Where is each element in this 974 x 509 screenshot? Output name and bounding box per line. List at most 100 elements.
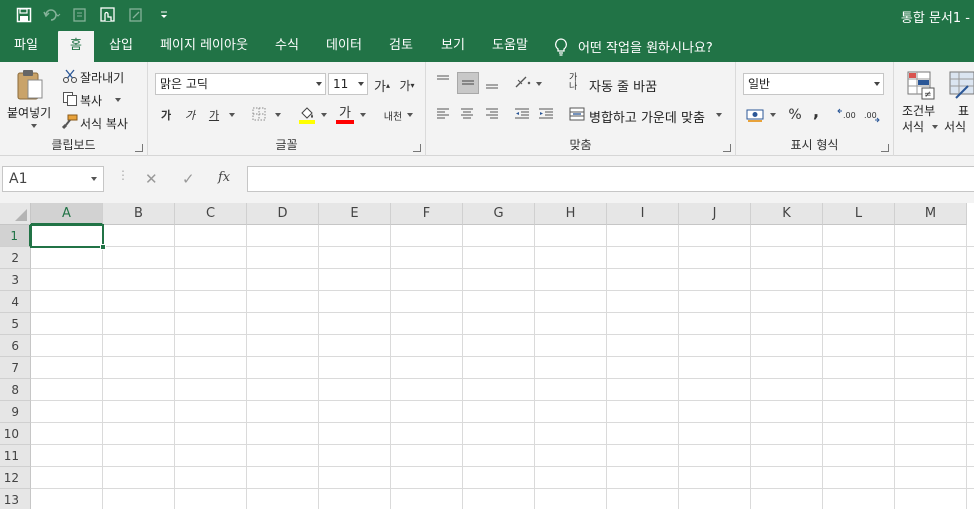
column-header[interactable]: M (895, 203, 967, 225)
row-header[interactable]: 1 (0, 225, 31, 247)
copy-icon[interactable] (62, 91, 78, 110)
alignment-launcher-icon[interactable] (723, 144, 731, 152)
row-header[interactable]: 5 (0, 313, 31, 335)
column-header[interactable]: K (751, 203, 823, 225)
align-left-icon[interactable] (435, 107, 451, 124)
row-header[interactable]: 10 (0, 423, 31, 445)
column-header[interactable]: L (823, 203, 895, 225)
tab-file[interactable]: 파일 (0, 31, 52, 62)
cut-button[interactable]: 잘라내기 (80, 69, 124, 86)
increase-indent-icon[interactable] (537, 107, 555, 124)
copy-button[interactable]: 복사 (80, 92, 102, 109)
cancel-icon[interactable]: ✕ (145, 170, 158, 188)
increase-decimal-icon[interactable]: .00 (837, 106, 857, 127)
tab-help[interactable]: 도움말 (484, 31, 536, 62)
wrap-text-button[interactable]: 자동 줄 바꿈 (589, 76, 657, 95)
number-format-select[interactable]: 일반 (743, 73, 884, 95)
tell-me-box[interactable]: 어떤 작업을 원하시나요? (554, 31, 713, 62)
percent-button[interactable]: % (786, 104, 804, 126)
row-header[interactable]: 11 (0, 445, 31, 467)
row-header[interactable]: 4 (0, 291, 31, 313)
merge-center-icon[interactable] (569, 106, 585, 125)
tab-insert[interactable]: 삽입 (100, 31, 142, 62)
active-cell[interactable] (30, 224, 104, 248)
scissors-icon[interactable] (62, 68, 78, 87)
column-header[interactable]: H (535, 203, 607, 225)
accounting-format-icon[interactable] (746, 107, 764, 126)
bold-button[interactable]: 가 (156, 104, 176, 126)
orientation-icon[interactable] (513, 74, 533, 93)
decrease-decimal-icon[interactable]: .00 (862, 106, 882, 127)
phonetic-dropdown-icon[interactable] (407, 113, 413, 117)
column-header[interactable]: A (31, 203, 103, 225)
paste-dropdown-icon[interactable] (31, 124, 37, 128)
formula-input[interactable] (247, 166, 974, 192)
select-all-button[interactable] (0, 203, 31, 225)
merge-center-button[interactable]: 병합하고 가운데 맞춤 (589, 107, 705, 126)
format-icon[interactable] (122, 4, 150, 26)
align-top-icon[interactable] (435, 74, 451, 91)
conditional-formatting-icon[interactable]: ≠ (906, 70, 936, 103)
tab-data[interactable]: 데이터 (318, 31, 370, 62)
clipboard-launcher-icon[interactable] (135, 144, 143, 152)
font-color-dropdown-icon[interactable] (360, 113, 366, 117)
row-header[interactable]: 13 (0, 489, 31, 509)
touch-mode-icon[interactable] (94, 4, 122, 26)
fill-color-icon[interactable] (298, 104, 316, 127)
insert-function-button[interactable]: fx (218, 170, 230, 185)
grow-font-button[interactable]: 가 ▴ (372, 74, 392, 96)
font-size-select[interactable]: 11 (328, 73, 368, 95)
shrink-font-button[interactable]: 가 ▾ (397, 74, 417, 96)
format-as-table-label-1[interactable]: 표 (958, 102, 969, 119)
fill-handle[interactable] (100, 244, 106, 250)
format-as-table-label-2[interactable]: 서식 (944, 118, 966, 135)
underline-dropdown-icon[interactable] (229, 113, 235, 117)
conditional-dropdown-icon[interactable] (932, 125, 938, 129)
name-box[interactable]: A1 (2, 166, 104, 192)
align-bottom-icon[interactable] (484, 76, 500, 93)
align-middle-button[interactable] (457, 72, 479, 94)
underline-button[interactable]: 가 (204, 104, 224, 126)
align-right-icon[interactable] (484, 107, 500, 124)
row-header[interactable]: 2 (0, 247, 31, 269)
row-header[interactable]: 7 (0, 357, 31, 379)
tab-home[interactable]: 홈 (58, 31, 94, 62)
tab-formulas[interactable]: 수식 (266, 31, 308, 62)
column-header[interactable]: E (319, 203, 391, 225)
format-painter-button[interactable]: 서식 복사 (80, 115, 128, 132)
align-center-icon[interactable] (459, 107, 475, 124)
font-launcher-icon[interactable] (413, 144, 421, 152)
column-header[interactable]: D (247, 203, 319, 225)
phonetic-button[interactable]: 내천 (383, 104, 403, 126)
row-header[interactable]: 8 (0, 379, 31, 401)
column-header[interactable]: J (679, 203, 751, 225)
borders-dropdown-icon[interactable] (275, 113, 281, 117)
row-header[interactable]: 6 (0, 335, 31, 357)
enter-icon[interactable]: ✓ (182, 170, 195, 188)
tab-view[interactable]: 보기 (432, 31, 474, 62)
tab-review[interactable]: 검토 (380, 31, 422, 62)
conditional-formatting-label-1[interactable]: 조건부 (902, 102, 935, 119)
italic-button[interactable]: 가 (180, 104, 200, 126)
orientation-dropdown-icon[interactable] (536, 82, 542, 86)
more-icon[interactable]: ⋮ (117, 168, 129, 182)
new-file-icon[interactable] (66, 4, 94, 26)
comma-button[interactable]: , (808, 100, 824, 122)
conditional-formatting-label-2[interactable]: 서식 (902, 118, 924, 135)
font-name-select[interactable]: 맑은 고딕 (155, 73, 326, 95)
format-as-table-icon[interactable] (948, 70, 974, 103)
row-header[interactable]: 3 (0, 269, 31, 291)
row-header[interactable]: 9 (0, 401, 31, 423)
format-painter-icon[interactable] (61, 114, 78, 133)
column-header[interactable]: C (175, 203, 247, 225)
cells-area[interactable] (31, 225, 974, 509)
fill-color-dropdown-icon[interactable] (321, 113, 327, 117)
column-header[interactable]: I (607, 203, 679, 225)
borders-icon[interactable] (252, 107, 266, 124)
save-icon[interactable] (10, 4, 38, 26)
font-color-button[interactable]: 가 (336, 102, 354, 121)
accounting-dropdown-icon[interactable] (770, 113, 776, 117)
undo-icon[interactable] (38, 4, 66, 26)
column-header[interactable]: G (463, 203, 535, 225)
number-launcher-icon[interactable] (881, 144, 889, 152)
